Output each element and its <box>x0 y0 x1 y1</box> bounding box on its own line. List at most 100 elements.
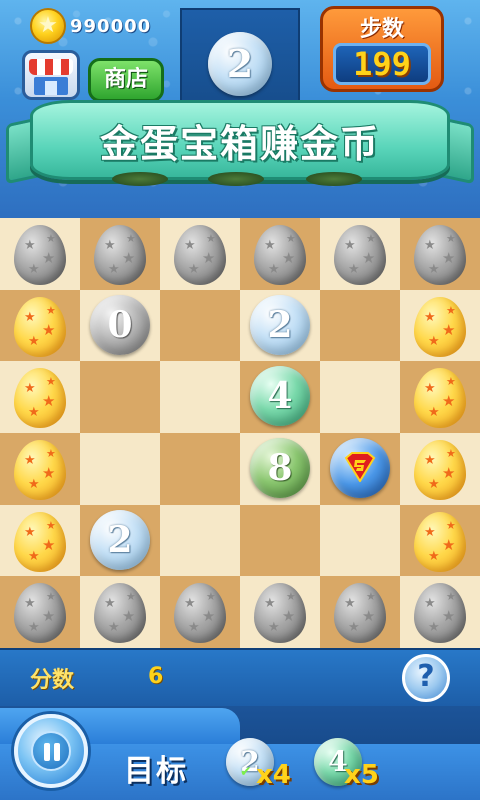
shop-button[interactable]: 商店 <box>88 58 164 102</box>
board-cell[interactable] <box>240 504 320 577</box>
stone-egg[interactable]: ★ ★ ★ ★ <box>94 225 146 285</box>
pause-button[interactable] <box>14 714 88 788</box>
number-bubble[interactable]: 0 <box>90 294 150 355</box>
board-cell[interactable] <box>320 432 400 505</box>
golden-egg[interactable]: ★ ★ ★ ★ <box>14 368 66 429</box>
goal-item: 4 x5 <box>314 738 404 798</box>
coin-counter: ★ 990000 <box>30 8 180 44</box>
board-cell[interactable]: ★ ★ ★ ★ <box>400 576 480 648</box>
board-cell[interactable] <box>80 432 160 505</box>
star-icon: ★ <box>104 238 116 253</box>
star-icon: ★ <box>446 518 456 532</box>
stone-egg[interactable]: ★ ★ ★ ★ <box>254 583 306 644</box>
star-icon: ★ <box>362 607 376 626</box>
board-cell[interactable]: ★ ★ ★ ★ <box>320 218 400 290</box>
board-cell[interactable]: ★ ★ ★ ★ <box>80 576 160 648</box>
golden-egg[interactable]: ★ ★ ★ ★ <box>14 511 66 572</box>
star-icon: ★ <box>446 303 456 317</box>
board-cell[interactable]: ★ ★ ★ ★ <box>0 361 80 433</box>
board-cell[interactable] <box>320 289 400 362</box>
star-icon: ★ <box>202 249 216 267</box>
board-cell[interactable]: ★ ★ ★ ★ <box>400 504 480 577</box>
star-icon: ★ <box>108 262 120 277</box>
board-cell[interactable]: ★ ★ ★ ★ <box>0 504 80 577</box>
score-label: 分数 <box>30 668 75 693</box>
star-icon: ★ <box>424 524 436 540</box>
question-mark-icon[interactable]: ? <box>402 654 450 702</box>
star-icon: ★ <box>126 590 136 604</box>
star-icon: ★ <box>348 620 360 636</box>
check-icon: ✔ <box>240 764 252 780</box>
board-cell[interactable]: 2 <box>240 289 320 362</box>
stone-egg[interactable]: ★ ★ ★ ★ <box>14 583 66 644</box>
board-cell[interactable] <box>80 361 160 433</box>
stone-egg[interactable]: ★ ★ ★ ★ <box>174 225 226 285</box>
promo-banner[interactable]: 金蛋宝箱赚金币 <box>30 100 450 180</box>
star-icon: ★ <box>46 590 56 604</box>
number-bubble[interactable]: 2 <box>250 294 310 355</box>
stone-egg[interactable]: ★ ★ ★ ★ <box>414 583 466 644</box>
stone-egg[interactable]: ★ ★ ★ ★ <box>174 583 226 644</box>
board-cell[interactable]: ★ ★ ★ ★ <box>160 576 240 648</box>
superman-shield-icon <box>344 451 376 482</box>
golden-egg[interactable]: ★ ★ ★ ★ <box>414 296 466 357</box>
star-icon: ★ <box>42 320 56 339</box>
golden-egg[interactable]: ★ ★ ★ ★ <box>414 511 466 572</box>
star-icon: ★ <box>286 590 296 604</box>
board-cell[interactable] <box>160 504 240 577</box>
board-cell[interactable]: 4 <box>240 361 320 433</box>
stone-egg[interactable]: ★ ★ ★ ★ <box>254 225 306 285</box>
star-icon: ★ <box>122 249 136 267</box>
awning-shape <box>29 59 73 75</box>
board-cell[interactable]: ★ ★ ★ ★ <box>320 576 400 648</box>
number-bubble[interactable]: 4 <box>250 366 310 427</box>
board-cell[interactable]: ★ ★ ★ ★ <box>80 218 160 290</box>
star-icon: ★ <box>108 620 120 636</box>
board-cell[interactable] <box>320 504 400 577</box>
golden-egg[interactable]: ★ ★ ★ ★ <box>14 439 66 500</box>
stone-egg[interactable]: ★ ★ ★ ★ <box>14 225 66 285</box>
board-cell[interactable] <box>160 289 240 362</box>
star-icon: ★ <box>46 446 56 460</box>
number-bubble[interactable]: 2 <box>90 509 150 570</box>
board-cell[interactable]: 0 <box>80 289 160 362</box>
star-icon: ★ <box>188 620 200 636</box>
golden-egg[interactable]: ★ ★ ★ ★ <box>414 439 466 500</box>
stone-egg[interactable]: ★ ★ ★ ★ <box>94 583 146 644</box>
board-cell[interactable]: ★ ★ ★ ★ <box>400 361 480 433</box>
board-cell[interactable]: 8 <box>240 432 320 505</box>
board-cell[interactable]: ★ ★ ★ ★ <box>400 432 480 505</box>
stone-egg[interactable]: ★ ★ ★ ★ <box>334 583 386 644</box>
star-icon: ★ <box>424 596 436 612</box>
board-cell[interactable]: ★ ★ ★ ★ <box>0 218 80 290</box>
board-cell[interactable]: ★ ★ ★ ★ <box>400 289 480 362</box>
board-cell[interactable]: ★ ★ ★ ★ <box>240 576 320 648</box>
board-cell[interactable] <box>320 361 400 433</box>
score-value: 6 <box>148 664 164 689</box>
stone-egg[interactable]: ★ ★ ★ ★ <box>414 225 466 285</box>
golden-egg[interactable]: ★ ★ ★ ★ <box>414 368 466 429</box>
board-cell[interactable] <box>160 361 240 433</box>
star-icon: ★ <box>348 262 360 277</box>
star-icon: ★ <box>446 232 456 245</box>
nest-decoration <box>208 172 264 186</box>
star-icon: ★ <box>428 548 440 564</box>
star-icon: ★ <box>344 238 356 253</box>
star-icon: ★ <box>424 452 436 468</box>
board-cell[interactable]: ★ ★ ★ ★ <box>0 432 80 505</box>
star-icon: ★ <box>264 596 276 612</box>
superman-shield-bubble[interactable] <box>330 437 390 498</box>
board-cell[interactable]: 2 <box>80 504 160 577</box>
star-icon: ★ <box>28 548 40 564</box>
board-cell[interactable]: ★ ★ ★ ★ <box>400 218 480 290</box>
board-cell[interactable]: ★ ★ ★ ★ <box>0 289 80 362</box>
stone-egg[interactable]: ★ ★ ★ ★ <box>334 225 386 285</box>
board-cell[interactable]: ★ ★ ★ ★ <box>240 218 320 290</box>
golden-egg[interactable]: ★ ★ ★ ★ <box>14 296 66 357</box>
board-cell[interactable]: ★ ★ ★ ★ <box>160 218 240 290</box>
storefront-icon[interactable] <box>22 50 80 100</box>
number-bubble[interactable]: 8 <box>250 437 310 498</box>
board-cell[interactable] <box>160 432 240 505</box>
star-icon: ★ <box>24 452 36 468</box>
board-cell[interactable]: ★ ★ ★ ★ <box>0 576 80 648</box>
